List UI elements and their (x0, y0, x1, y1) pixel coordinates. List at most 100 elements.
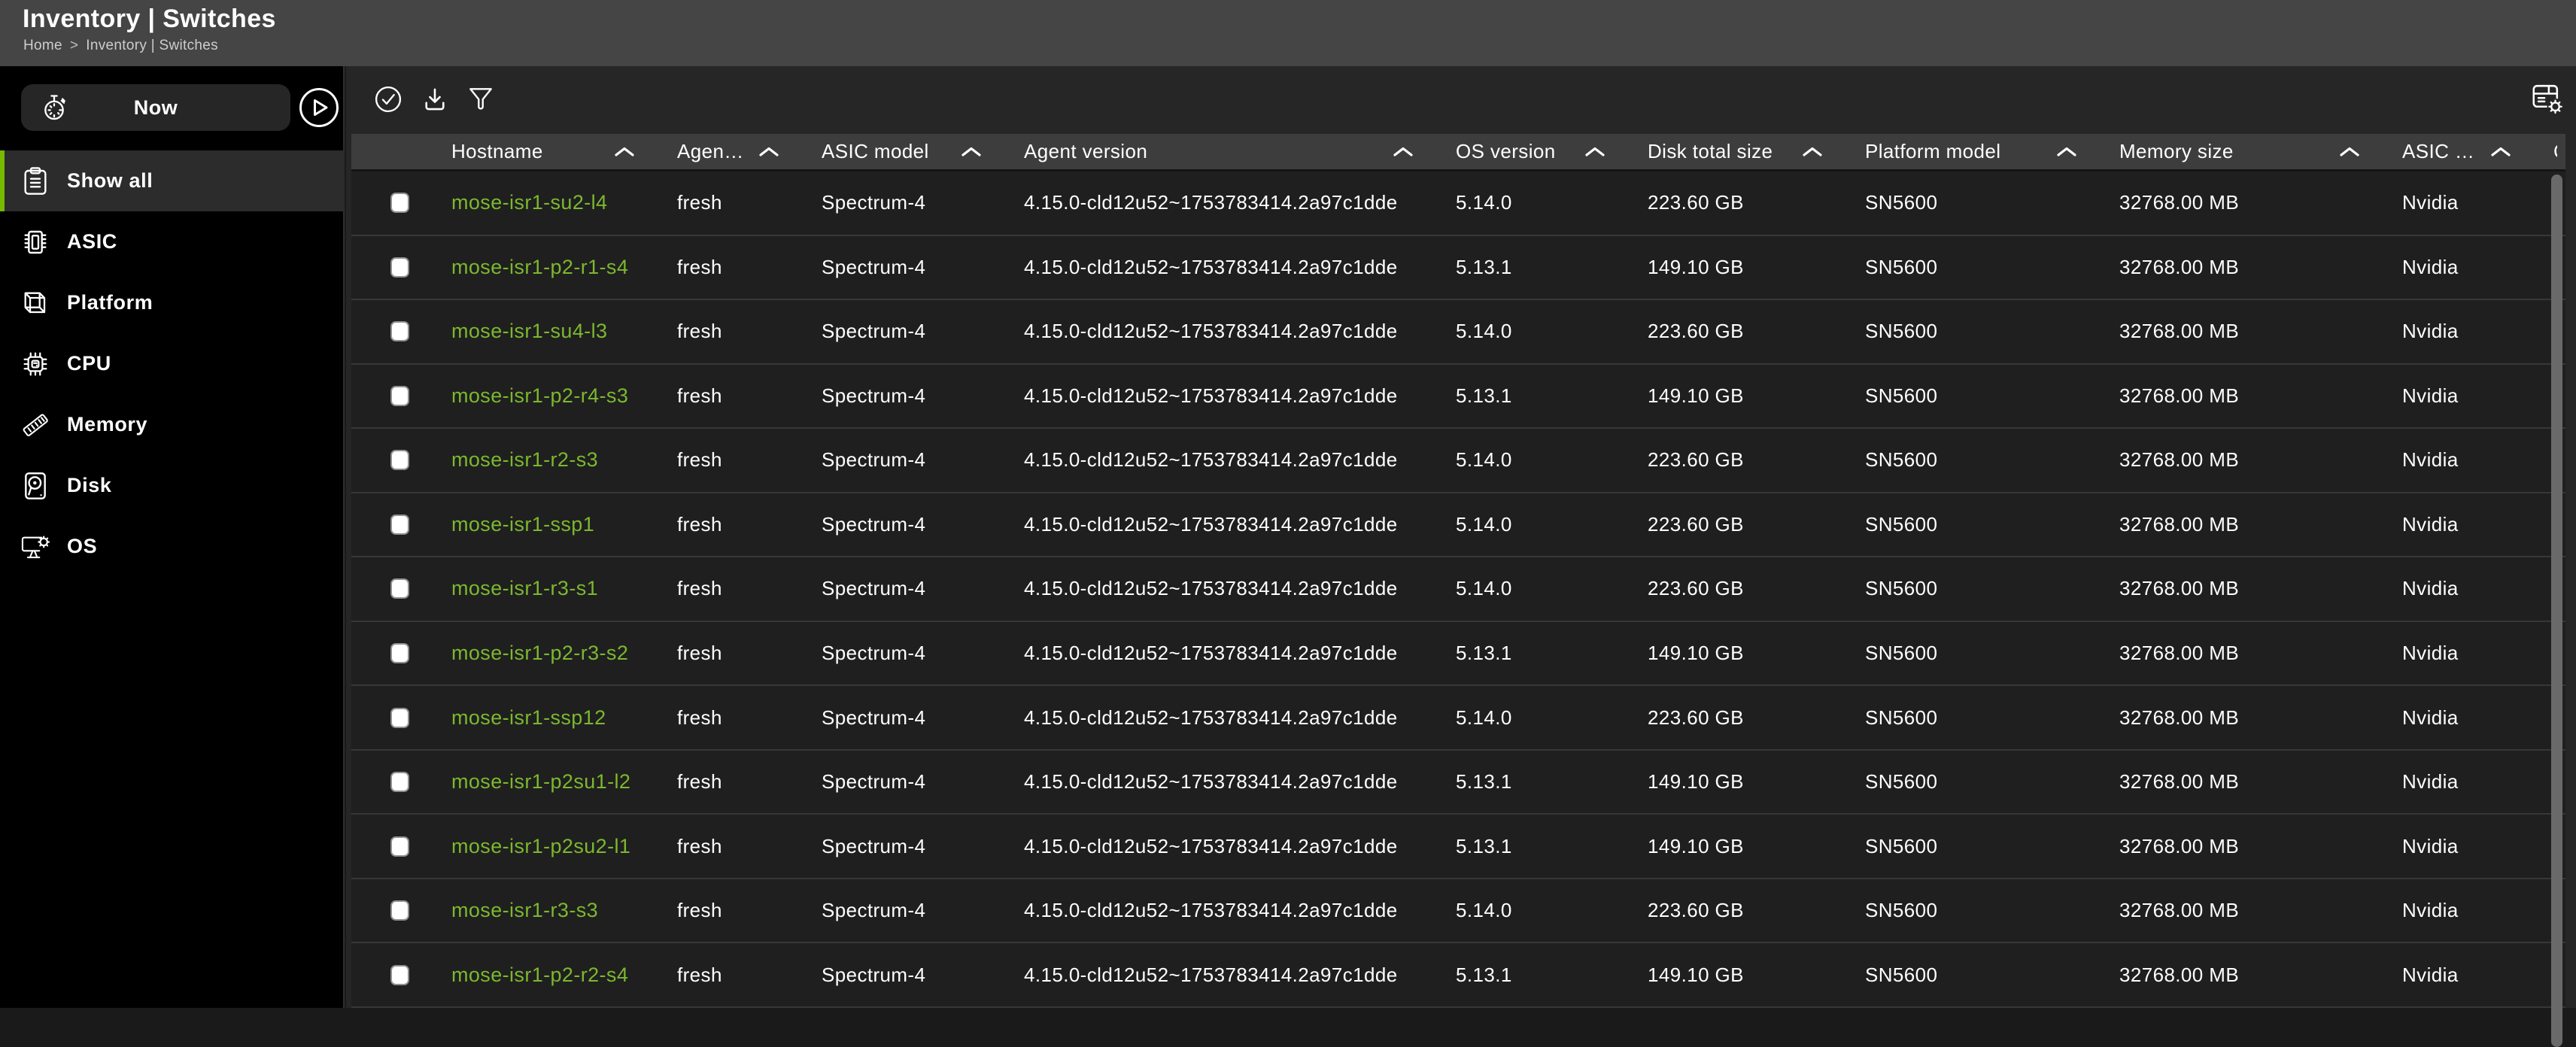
content-area: HostnameAgent s...ASIC model Agent versio… (346, 66, 2576, 1008)
cell-hostname[interactable]: mose-isr1-ssp1 (451, 513, 677, 536)
cell-agent_version: 4.15.0-cld12u52~1753783414.2a97c1dde (1024, 706, 1456, 730)
sort-chevron-icon[interactable] (1792, 145, 1824, 158)
cell-hostname[interactable]: mose-isr1-su2-l4 (451, 191, 677, 214)
cell-memory_size: 32768.00 MB (2119, 899, 2402, 922)
select-check-icon[interactable] (373, 84, 403, 114)
cell-hostname[interactable]: mose-isr1-p2-r3-s2 (451, 642, 677, 665)
cell-agent_status: fresh (677, 577, 822, 600)
breadcrumb-current: Inventory | Switches (86, 38, 218, 54)
cell-hostname[interactable]: mose-isr1-su4-l3 (451, 320, 677, 343)
row-checkbox[interactable] (390, 578, 409, 599)
cell-hostname[interactable]: mose-isr1-p2-r4-s3 (451, 384, 677, 408)
cell-disk_total_size: 149.10 GB (1648, 964, 1865, 987)
row-select-cell (351, 643, 451, 663)
sidebar-item-asic[interactable]: ASIC (0, 211, 345, 272)
sort-chevron-icon[interactable] (2480, 145, 2512, 158)
row-checkbox[interactable] (390, 193, 409, 213)
cell-os_version: 5.14.0 (1456, 513, 1648, 536)
time-range-label: Now (21, 96, 290, 120)
sidebar-item-label: CPU (67, 352, 111, 375)
row-checkbox[interactable] (390, 772, 409, 792)
cell-disk_total_size: 223.60 GB (1648, 191, 1865, 214)
cell-agent_version: 4.15.0-cld12u52~1753783414.2a97c1dde (1024, 320, 1456, 343)
cell-agent_status: fresh (677, 384, 822, 408)
sidebar-item-os[interactable]: OS (0, 516, 345, 577)
column-header-asic_vendor[interactable]: ASIC ve... (2402, 134, 2553, 169)
cell-asic_vendor: Nvidia (2402, 770, 2553, 794)
column-header-agent_version[interactable]: Agent version (1024, 134, 1456, 169)
memory-icon (20, 410, 50, 440)
column-header-label: ASIC model (822, 140, 929, 163)
cell-agent_status: fresh (677, 642, 822, 665)
sort-chevron-icon[interactable] (2329, 145, 2361, 158)
cell-hostname[interactable]: mose-isr1-p2su1-l2 (451, 770, 677, 794)
cell-hostname[interactable]: mose-isr1-r3-s1 (451, 577, 677, 600)
sort-chevron-icon[interactable] (2046, 145, 2078, 158)
row-checkbox[interactable] (390, 708, 409, 728)
time-range-now-button[interactable]: Now (21, 84, 290, 131)
cell-disk_total_size: 223.60 GB (1648, 577, 1865, 600)
breadcrumb: Home > Inventory | Switches (23, 38, 218, 54)
filter-icon[interactable] (466, 84, 495, 114)
sidebar-item-platform[interactable]: Platform (0, 272, 345, 333)
row-checkbox[interactable] (390, 450, 409, 470)
cell-asic_model: Spectrum-4 (822, 964, 1024, 987)
cell-disk_total_size: 149.10 GB (1648, 384, 1865, 408)
row-checkbox[interactable] (390, 965, 409, 985)
sort-chevron-icon[interactable] (604, 145, 636, 158)
column-header-cpu[interactable]: C (2553, 134, 2565, 169)
column-header-agent_status[interactable]: Agent s... (677, 134, 822, 169)
column-header-hostname[interactable]: Hostname (451, 134, 677, 169)
breadcrumb-home[interactable]: Home (23, 38, 62, 54)
table-settings-icon[interactable] (2529, 83, 2564, 116)
sort-chevron-icon[interactable] (749, 145, 780, 158)
cell-asic_vendor: Nvidia (2402, 384, 2553, 408)
cell-platform_model: SN5600 (1865, 964, 2119, 987)
cell-disk_total_size: 223.60 GB (1648, 899, 1865, 922)
cell-platform_model: SN5600 (1865, 770, 2119, 794)
cell-memory_size: 32768.00 MB (2119, 577, 2402, 600)
cell-hostname[interactable]: mose-isr1-p2su2-l1 (451, 835, 677, 858)
cell-os_version: 5.14.0 (1456, 706, 1648, 730)
column-header-asic_model[interactable]: ASIC model (822, 134, 1024, 169)
row-select-cell (351, 386, 451, 406)
cell-platform_model: SN5600 (1865, 835, 2119, 858)
play-button[interactable] (298, 86, 340, 129)
column-header-memory_size[interactable]: Memory size (2119, 134, 2402, 169)
column-header-disk_total_size[interactable]: Disk total size (1648, 134, 1865, 169)
cell-agent_version: 4.15.0-cld12u52~1753783414.2a97c1dde (1024, 513, 1456, 536)
row-checkbox[interactable] (390, 321, 409, 341)
cell-hostname[interactable]: mose-isr1-r2-s3 (451, 448, 677, 472)
cell-hostname[interactable]: mose-isr1-p2-r1-s4 (451, 256, 677, 279)
row-checkbox[interactable] (390, 514, 409, 535)
sidebar-item-disk[interactable]: Disk (0, 455, 345, 516)
cell-hostname[interactable]: mose-isr1-r3-s3 (451, 899, 677, 922)
column-header-os_version[interactable]: OS version (1456, 134, 1648, 169)
sidebar-item-cpu[interactable]: CPU (0, 333, 345, 394)
sort-chevron-icon[interactable] (951, 145, 983, 158)
cell-memory_size: 32768.00 MB (2119, 320, 2402, 343)
row-checkbox[interactable] (390, 257, 409, 278)
row-checkbox[interactable] (390, 643, 409, 663)
table-row: mose-isr1-su4-l3freshSpectrum-44.15.0-cl… (351, 300, 2565, 365)
sidebar-item-memory[interactable]: Memory (0, 394, 345, 455)
row-select-cell (351, 578, 451, 599)
cell-hostname[interactable]: mose-isr1-ssp12 (451, 706, 677, 730)
row-checkbox[interactable] (390, 836, 409, 857)
vertical-scrollbar-thumb[interactable] (2551, 174, 2562, 1047)
row-checkbox[interactable] (390, 900, 409, 921)
column-header-label: Agent version (1024, 140, 1147, 163)
column-header-platform_model[interactable]: Platform model (1865, 134, 2119, 169)
table-row: mose-isr1-r3-s1freshSpectrum-44.15.0-cld… (351, 557, 2565, 622)
row-checkbox[interactable] (390, 386, 409, 406)
sidebar-item-show-all[interactable]: Show all (0, 150, 345, 211)
cell-asic_model: Spectrum-4 (822, 577, 1024, 600)
cell-platform_model: SN5600 (1865, 384, 2119, 408)
table-row: mose-isr1-p2-r1-s4freshSpectrum-44.15.0-… (351, 236, 2565, 301)
sidebar-item-label: ASIC (67, 230, 117, 253)
sort-chevron-icon[interactable] (1575, 145, 1606, 158)
cell-hostname[interactable]: mose-isr1-p2-r2-s4 (451, 964, 677, 987)
row-select-cell (351, 321, 451, 341)
sort-chevron-icon[interactable] (1383, 145, 1414, 158)
download-icon[interactable] (421, 84, 449, 114)
